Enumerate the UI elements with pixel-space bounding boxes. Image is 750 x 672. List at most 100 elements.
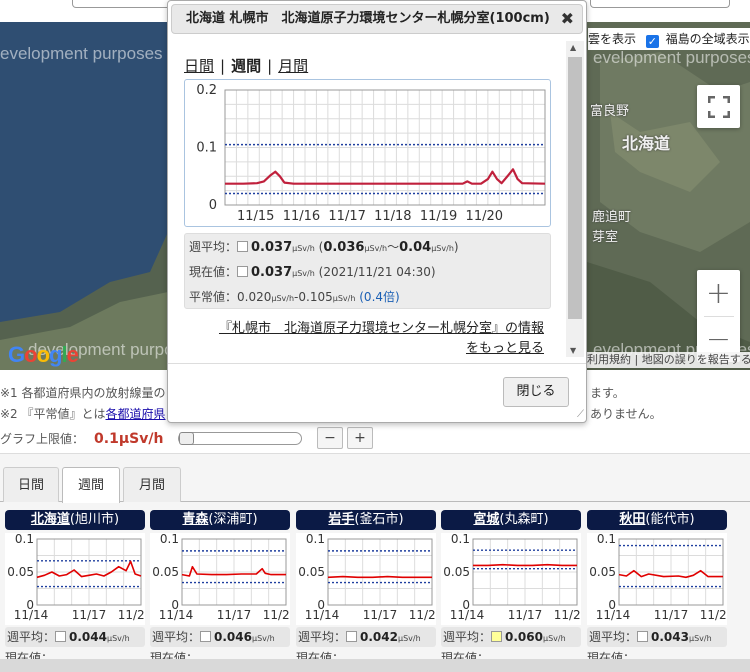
horizontal-scrollbar[interactable]: [0, 659, 750, 672]
unit: μSv/h: [251, 634, 275, 643]
station-card[interactable]: 岩手(釜石市)00.050.111/1411/1711/21 週平均：0.042μ…: [296, 510, 443, 663]
station-header[interactable]: 北海道(旭川市): [5, 510, 145, 530]
level-box: [491, 631, 503, 642]
top-right-button[interactable]: [590, 0, 730, 8]
stat-normal: 平常値：0.020μSv/h-0.105μSv/h (0.4倍): [189, 288, 400, 305]
x-tick-label: 11/14: [159, 608, 194, 622]
station-pref[interactable]: 秋田: [619, 512, 645, 527]
stat-value: 0.037: [251, 265, 293, 280]
info-link-line1[interactable]: 『札幌市 北海道原子力環境センター札幌分室』の情報: [219, 321, 544, 336]
mini-chart-svg: 00.050.111/1411/1711/21: [152, 532, 297, 622]
close-button[interactable]: 閉じる: [503, 377, 569, 407]
mini-chart-svg: 00.050.111/1411/1711/21: [589, 532, 734, 622]
stat-label: 週平均：: [7, 630, 56, 644]
info-link-line2[interactable]: をもっと見る: [466, 341, 544, 356]
y-tick-label: 0.2: [196, 83, 217, 98]
note-1-tail: ます。: [590, 386, 625, 400]
note-1-text: ※1 各都道府県内の放射線量の: [0, 386, 166, 400]
x-tick-label: 11/21: [409, 608, 436, 622]
y-tick-label: 0.1: [160, 533, 179, 546]
station-pref[interactable]: 青森: [182, 512, 208, 527]
x-tick-label: 11/17: [72, 608, 107, 622]
station-header[interactable]: 秋田(能代市): [587, 510, 727, 530]
x-tick-label: 11/20: [466, 209, 503, 224]
station-card[interactable]: 北海道(旭川市)00.050.111/1411/1711/21週平均：0.044…: [5, 510, 152, 663]
tab-month[interactable]: 月間: [123, 467, 181, 502]
note-2-link[interactable]: 各都道府県: [106, 407, 166, 421]
map-label-hokkaido: 北海道: [622, 134, 671, 153]
unit: μSv/h: [332, 294, 356, 303]
resize-handle-icon[interactable]: ⟋: [577, 409, 584, 420]
dialog-titlebar[interactable]: 北海道 札幌市 北海道原子力環境センター札幌分室(100cm) ✖: [171, 4, 583, 34]
level-box: [55, 631, 67, 642]
x-tick-label: 11/17: [654, 608, 689, 622]
station-mini-chart: 00.050.111/1411/1711/21: [441, 532, 588, 625]
graph-limit-slider[interactable]: [178, 432, 302, 445]
x-tick-label: 11/17: [328, 209, 365, 224]
link-month[interactable]: 月間: [278, 57, 308, 75]
x-tick-label: 11/16: [283, 209, 320, 224]
map-footer-links[interactable]: 利用規約 | 地図の誤りを報告する: [583, 352, 750, 368]
stat-normal-max: 0.105: [298, 290, 333, 304]
tab-week[interactable]: 週間: [62, 467, 120, 503]
close-icon[interactable]: ✖: [561, 5, 574, 33]
mini-chart-svg: 00.050.111/1411/1711/21: [298, 532, 443, 622]
station-card[interactable]: 宮城(丸森町)00.050.111/1411/1711/21週平均：0.060μ…: [441, 510, 588, 663]
x-tick-label: 11/14: [305, 608, 340, 622]
stat-label: 週平均：: [152, 630, 201, 644]
station-pref[interactable]: 宮城: [473, 512, 499, 527]
stat-value: 0.044: [69, 630, 107, 644]
zoom-in-button[interactable]: +: [697, 271, 740, 316]
station-header[interactable]: 宮城(丸森町): [441, 510, 581, 530]
y-tick-label: 0: [209, 198, 217, 213]
station-panel: 日間 週間 月間 北海道(旭川市) 00.050.111/1411/1711/21…: [0, 453, 750, 672]
dialog-title: 北海道 札幌市 北海道原子力環境センター札幌分室(100cm): [186, 11, 550, 26]
stat-label: 週平均：: [443, 630, 492, 644]
period-tabs: 日間 週間 月間: [0, 466, 750, 503]
scroll-up-icon[interactable]: ▲: [570, 43, 576, 52]
station-card[interactable]: 秋田(能代市)00.050.111/1411/1711/21週平均：0.043μ…: [587, 510, 734, 663]
data-series-line: [473, 563, 577, 567]
station-card[interactable]: 青森(深浦町)00.050.111/1411/1711/21週平均：0.046μ…: [150, 510, 297, 663]
map-watermark: evelopment purposes: [593, 48, 750, 67]
zoom-control: + −: [697, 270, 740, 362]
x-tick-label: 11/21: [263, 608, 290, 622]
stat-label: 週平均：: [189, 240, 238, 254]
stat-timestamp: (2021/11/21 04:30): [318, 265, 436, 279]
stat-min: 0.036: [323, 240, 365, 255]
tab-day[interactable]: 日間: [3, 467, 59, 502]
stat-label: 現在値：: [189, 265, 238, 279]
station-weekly-average: 週平均： 0.042μSv/h: [296, 627, 436, 647]
stats-box: 週平均： 0.037μSv/h (0.036μSv/h〜0.04μSv/h) 現在…: [184, 233, 551, 309]
x-tick-label: 11/14: [450, 608, 485, 622]
dialog-scrollbar[interactable]: ▲ ▼: [566, 41, 584, 357]
fukushima-checkbox[interactable]: ✓: [645, 35, 659, 48]
cloud-toggle-label[interactable]: 雲を表示: [588, 32, 636, 46]
y-tick-label: 0.1: [196, 141, 217, 156]
graph-limit-minus-button[interactable]: −: [317, 427, 343, 449]
period-links: 日間 | 週間 | 月間: [184, 55, 308, 76]
station-pref[interactable]: 岩手: [328, 512, 354, 527]
station-weekly-average: 週平均： 0.046μSv/h: [150, 627, 290, 647]
station-info-link[interactable]: 『札幌市 北海道原子力環境センター札幌分室』の情報 をもっと見る: [219, 319, 544, 359]
stat-weekly-average: 週平均： 0.037μSv/h (0.036μSv/h〜0.04μSv/h): [189, 238, 459, 255]
station-mini-chart: 00.050.111/1411/1711/21: [587, 532, 734, 625]
fukushima-toggle-label[interactable]: 福島の全域表示: [666, 32, 750, 46]
level-box: [200, 631, 212, 642]
map-label-furano: 富良野: [590, 104, 630, 119]
station-header[interactable]: 岩手(釜石市): [296, 510, 436, 530]
graph-limit-value: 0.1μSv/h: [94, 431, 164, 447]
slider-thumb[interactable]: [179, 432, 194, 445]
station-pref[interactable]: 北海道: [31, 512, 70, 527]
period-separator: |: [220, 57, 226, 75]
link-day[interactable]: 日間: [184, 57, 214, 75]
scroll-thumb[interactable]: [568, 57, 582, 319]
scroll-down-icon[interactable]: ▼: [570, 346, 576, 355]
y-tick-label: 0.05: [152, 565, 179, 579]
station-header[interactable]: 青森(深浦町): [150, 510, 290, 530]
graph-limit-plus-button[interactable]: +: [347, 427, 373, 449]
map-watermark: evelopment purposes: [0, 44, 163, 63]
x-tick-label: 11/17: [217, 608, 252, 622]
fullscreen-button[interactable]: [697, 85, 740, 128]
link-week[interactable]: 週間: [231, 57, 261, 75]
